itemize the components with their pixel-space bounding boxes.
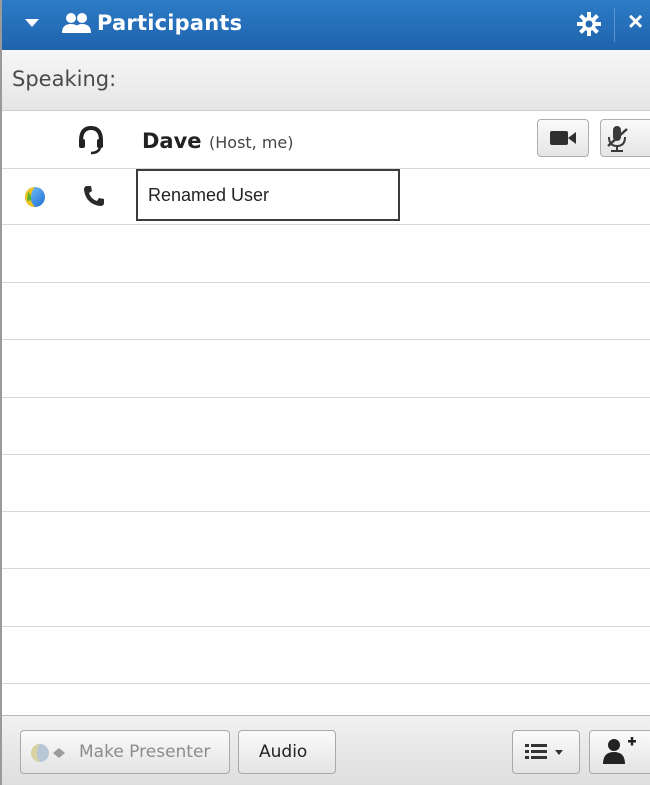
participants-panel: Participants × Speaking: Dave (Host, me)… [0,0,650,785]
participant-role: (Host, me) [209,133,294,152]
globe-icon [24,186,46,213]
video-button[interactable] [537,119,589,157]
panel-title: Participants [97,11,243,35]
audio-button[interactable]: Audio [238,730,336,774]
panel-footer: Make Presenter Audio [2,715,650,785]
close-icon[interactable]: × [628,6,643,37]
participants-icon [62,11,92,42]
row-divider [2,282,650,283]
rename-participant-input[interactable] [136,169,400,221]
titlebar-separator [614,8,615,42]
speaking-bar: Speaking: [2,50,650,111]
row-divider [2,511,650,512]
list-options-button[interactable] [512,730,580,774]
make-presenter-label: Make Presenter [79,742,211,762]
invite-participant-button[interactable] [589,730,650,774]
row-divider [2,397,650,398]
phone-icon [82,184,106,213]
make-presenter-button[interactable]: Make Presenter [20,730,230,774]
participant-name: Dave [142,129,202,153]
row-divider [2,683,650,684]
mute-microphone-button[interactable] [600,119,650,157]
audio-label: Audio [259,742,308,762]
row-divider [2,454,650,455]
add-user-icon [603,737,636,764]
speaking-label: Speaking: [12,67,117,91]
participant-row[interactable]: Dave (Host, me) [2,111,650,169]
row-divider [2,339,650,340]
list-icon [525,744,563,759]
participant-row[interactable] [2,169,650,225]
headset-icon [78,125,104,160]
presenter-ball-icon [31,744,65,762]
row-divider [2,568,650,569]
panel-titlebar: Participants × [2,0,650,50]
gear-icon[interactable] [576,11,602,42]
collapse-caret-icon[interactable] [24,15,40,36]
row-divider [2,626,650,627]
